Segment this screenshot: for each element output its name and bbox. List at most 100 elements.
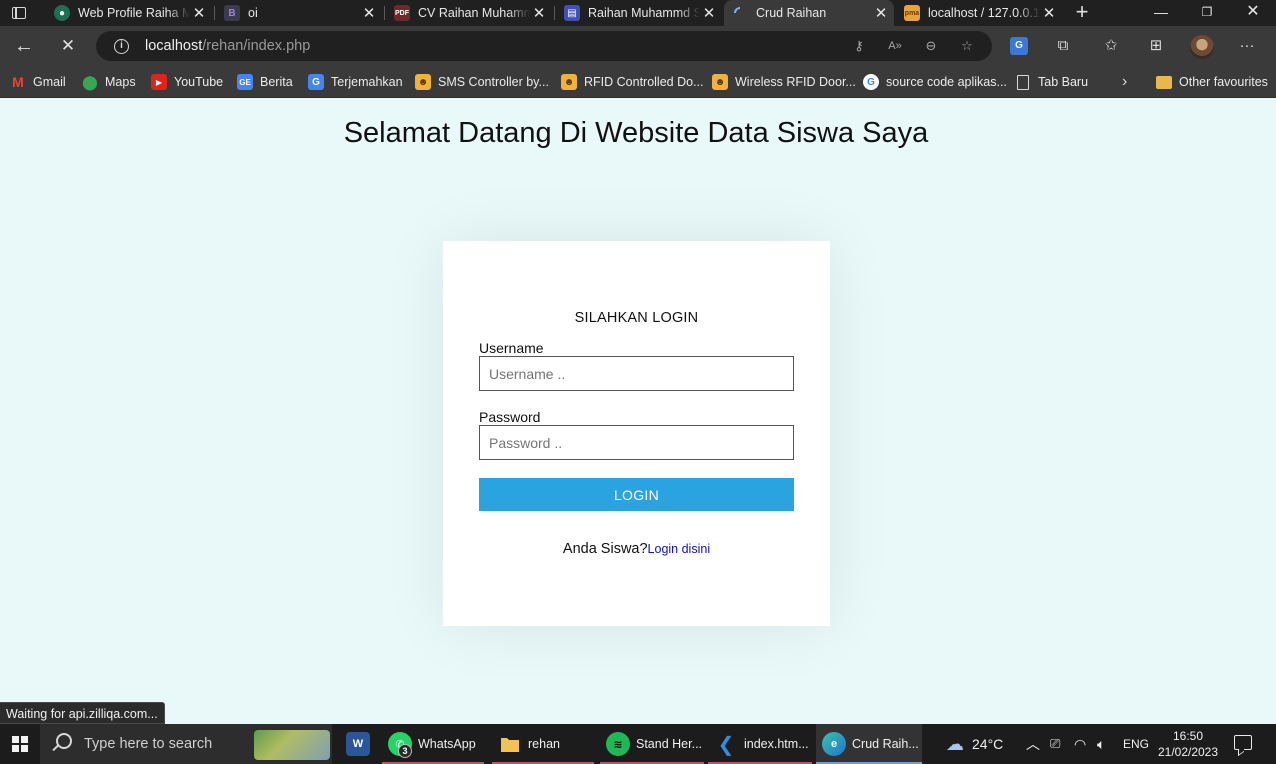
page-title: Selamat Datang Di Website Data Siswa Say… [343,117,929,149]
bookmark-sms-controller[interactable]: ☻ SMS Controller by... [415,72,549,92]
student-login-line: Anda Siswa?Login disini [443,541,830,557]
weather-widget[interactable]: ☁ 24°C [946,724,1003,764]
url-text: localhost/rehan/index.php [145,38,311,54]
tab-separator [214,6,215,20]
close-icon[interactable]: ✕ [360,4,378,22]
extensions-icon[interactable]: ⧉ [1053,36,1073,56]
collections-icon[interactable]: ⊞ [1146,36,1166,56]
pdf-icon: PDF [394,5,410,21]
cloud-sun-icon: ☁ [946,733,964,754]
notification-center-icon[interactable] [1234,735,1252,750]
site-icon: ☻ [561,74,577,90]
minimize-button[interactable]: — [1138,0,1184,26]
taskbar-vscode[interactable]: ❮ index.htm... [708,724,812,764]
language-indicator[interactable]: ENG [1123,724,1149,764]
news-icon: GE [237,74,253,90]
bookmark-youtube[interactable]: ▶ YouTube [151,72,223,92]
bookmark-maps[interactable]: ⬤ Maps [82,72,135,92]
chevron-up-icon[interactable]: ︿ [1026,724,1040,764]
loading-spinner-icon [732,5,748,21]
taskbar-edge[interactable]: e Crud Raih... [816,724,922,764]
wifi-icon[interactable]: ◠ [1074,724,1086,764]
close-icon[interactable]: ✕ [190,4,208,22]
stop-loading-button[interactable]: ✕ [56,34,80,58]
bookmark-berita[interactable]: GE Berita [237,72,293,92]
close-icon[interactable]: ✕ [1040,4,1058,22]
new-tab-button[interactable]: + [1072,1,1092,23]
tab-separator [554,6,555,20]
translate-extension-icon[interactable]: G [1010,37,1028,55]
site-info-icon[interactable]: i [114,39,129,54]
volume-icon[interactable]: 🔈︎ [1097,724,1105,764]
login-button[interactable]: LOGIN [479,478,794,511]
back-button[interactable]: ← [12,34,36,58]
zoom-out-icon[interactable]: ⊖ [922,37,940,55]
folder-icon [498,732,522,756]
close-icon[interactable]: ✕ [530,4,548,22]
tab-raihan-site[interactable]: ▤ Raihan Muhammd S ✕ [556,0,722,26]
taskbar-rehan-folder[interactable]: rehan [492,724,594,764]
username-input[interactable] [479,356,794,391]
bookmark-gmail[interactable]: M Gmail [10,72,66,92]
bookmark-rfid-controlled[interactable]: ☻ RFID Controlled Do... [561,72,703,92]
windows-start-icon[interactable] [12,736,28,752]
folder-icon [1156,75,1172,89]
maps-icon: ⬤ [82,73,98,90]
password-label: Password [479,409,541,425]
profile-avatar[interactable] [1190,35,1214,59]
close-icon[interactable]: ✕ [872,4,890,22]
taskbar-clock[interactable]: 16:50 21/02/2023 [1156,728,1220,760]
chevron-right-icon[interactable]: › [1122,72,1127,92]
site-icon: ☻ [415,74,431,90]
site-icon: ▤ [564,5,580,21]
close-window-button[interactable]: ✕ [1230,0,1276,26]
tab-web-profile[interactable]: ● Web Profile Raiha M ✕ [46,0,212,26]
student-question-text: Anda Siswa? [562,541,648,557]
bookmark-other-favourites[interactable]: Other favourites [1156,72,1268,92]
taskbar-search-box[interactable]: Type here to search [40,724,332,764]
vscode-icon: ❮ [717,733,735,756]
bookmark-tab-baru[interactable]: Tab Baru [1017,72,1088,92]
taskbar-word[interactable]: W [336,724,380,764]
close-icon[interactable]: ✕ [700,4,718,22]
username-label: Username [479,340,544,356]
tab-crud-raihan[interactable]: Crud Raihan ✕ [724,0,894,26]
taskbar-whatsapp[interactable]: ✆ 3 WhatsApp [382,724,484,764]
login-heading: SILAHKAN LOGIN [574,310,699,326]
browser-status-text: Waiting for api.zilliqa.com... [0,702,165,724]
login-card: SILAHKAN LOGIN Username Password LOGIN A… [443,241,830,626]
spotify-icon: ≋ [606,732,630,756]
favourites-bar: M Gmail ⬤ Maps ▶ YouTube GE Berita G Ter… [0,66,1276,98]
key-icon[interactable]: ⚷ [850,37,868,55]
gmail-icon: M [12,74,24,90]
globe-icon: ● [54,5,70,21]
phpmyadmin-icon: pma [904,5,920,21]
page-icon [1017,74,1029,90]
restore-button[interactable]: ❐ [1184,0,1230,26]
read-aloud-icon[interactable]: A» [886,37,904,55]
search-icon [56,733,72,749]
google-icon: G [863,74,879,90]
workspaces-icon[interactable] [8,5,30,21]
tab-oi[interactable]: B oi ✕ [216,0,382,26]
favourites-icon[interactable]: ✩ [1101,36,1121,56]
add-favourite-icon[interactable]: ☆ [958,37,976,55]
address-bar[interactable]: i localhost/rehan/index.php ⚷ A» ⊖ ☆ [96,31,992,61]
meet-now-icon[interactable]: ⎚ [1050,724,1060,764]
bookmark-wireless-rfid[interactable]: ☻ Wireless RFID Door... [712,72,856,92]
page-viewport: Selamat Datang Di Website Data Siswa Say… [0,98,1276,724]
browser-tab-strip: ● Web Profile Raiha M ✕ B oi ✕ PDF CV Ra… [0,0,1276,26]
search-highlight-image [254,730,330,760]
student-login-link[interactable]: Login disini [648,542,711,556]
password-input[interactable] [479,425,794,460]
taskbar-spotify[interactable]: ≋ Stand Her... [600,724,704,764]
notification-badge: 3 [398,744,412,758]
tab-cv[interactable]: PDF CV Raihan Muhamm ✕ [386,0,552,26]
more-menu-icon[interactable]: ··· [1237,36,1257,56]
word-icon: W [346,732,370,756]
tab-phpmyadmin[interactable]: pma localhost / 127.0.0.1 ✕ [896,0,1062,26]
youtube-icon: ▶ [151,74,167,90]
browser-toolbar: ← ✕ i localhost/rehan/index.php ⚷ A» ⊖ ☆… [0,26,1276,66]
bookmark-terjemahkan[interactable]: G Terjemahkan [308,72,403,92]
bookmark-source-code[interactable]: G source code aplikas... [863,72,1007,92]
